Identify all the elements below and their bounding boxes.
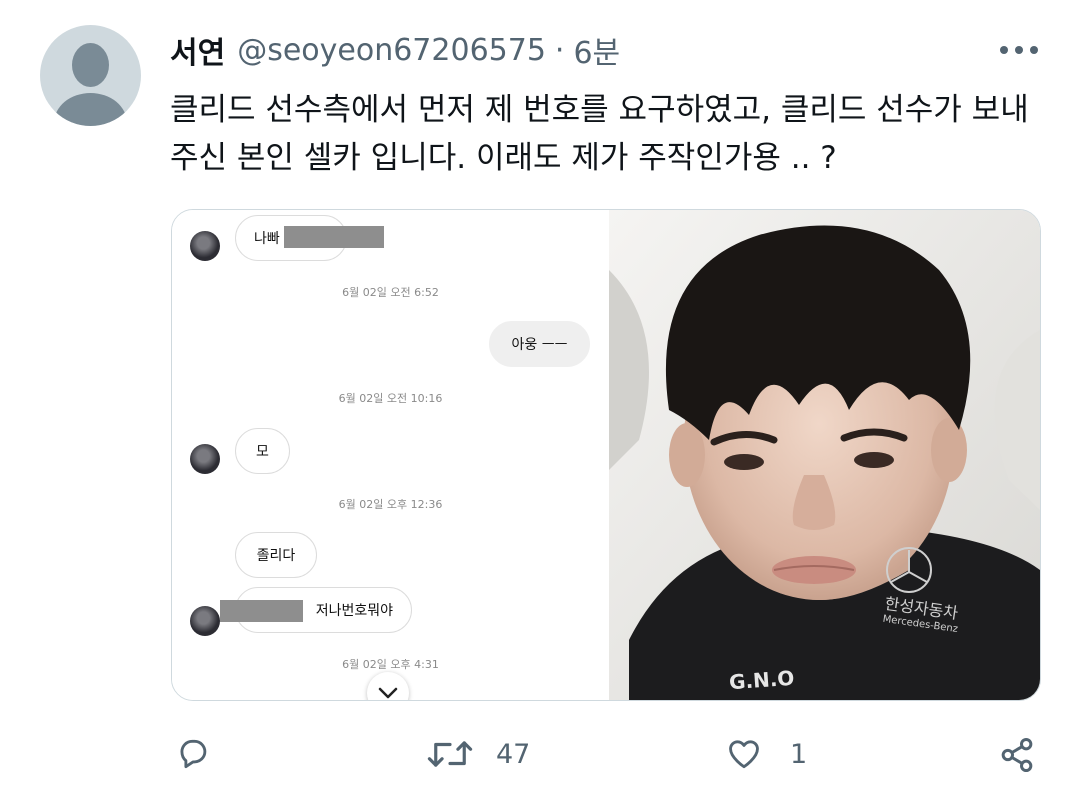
- chat-bubble-mine: 아웅 ㅡㅡ: [489, 321, 590, 367]
- selfie-illustration: [609, 210, 1040, 700]
- author-name[interactable]: 서연: [170, 28, 225, 72]
- like-count: 1: [790, 738, 808, 770]
- author-handle[interactable]: @seoyeon67206575: [237, 33, 546, 68]
- like-button[interactable]: 1: [724, 735, 807, 773]
- tweet-actions: 47 1: [0, 727, 1080, 781]
- chat-bubble: 모: [235, 428, 290, 474]
- tweet-header: 서연 @seoyeon67206575 · 6분: [170, 28, 620, 72]
- tweet-time[interactable]: 6분: [573, 28, 620, 72]
- tweet-text: 클리드 선수측에서 먼저 제 번호를 요구하였고, 클리드 선수가 보내주신 본…: [170, 92, 1029, 176]
- avatar-head-shape: [72, 43, 109, 87]
- shirt-print-text: G.N.O: [728, 665, 796, 695]
- chat-bubble: 나빠: [235, 215, 384, 261]
- chat-avatar: [190, 606, 220, 636]
- selfie-photo[interactable]: 한성자동차 Mercedes-Benz G.N.O: [609, 210, 1040, 700]
- tweet-media[interactable]: 나빠 6월 02일 오전 6:52 아웅 ㅡㅡ 6월 02일 오전 10:16 …: [171, 209, 1041, 701]
- chat-bubble-text: 나빠: [254, 231, 280, 247]
- chat-avatar: [190, 444, 220, 474]
- chat-bubble-text: 졸리다: [256, 548, 296, 564]
- chat-timestamp: 6월 02일 오전 10:16: [338, 392, 443, 405]
- reply-icon: [180, 739, 207, 769]
- share-icon: [1001, 738, 1033, 772]
- chat-bubble-text: 저나번호뭐야: [315, 603, 393, 619]
- more-dot: [1000, 46, 1008, 54]
- chat-avatar: [190, 231, 220, 261]
- more-dot: [1030, 46, 1038, 54]
- scroll-down-button[interactable]: [367, 672, 409, 700]
- chat-bubble-text: 아웅 ㅡㅡ: [511, 337, 568, 353]
- chat-timestamp: 6월 02일 오후 4:31: [342, 658, 439, 671]
- retweet-button[interactable]: 47: [426, 735, 530, 773]
- header-separator: ·: [554, 32, 565, 68]
- chat-timestamp: 6월 02일 오전 6:52: [342, 286, 439, 299]
- retweet-count: 47: [496, 738, 531, 770]
- chat-bubble: 졸리다: [235, 532, 317, 578]
- redaction-box: [220, 600, 303, 622]
- avatar-body-shape: [54, 93, 127, 126]
- chevron-down-icon: [378, 687, 398, 699]
- reply-button[interactable]: [174, 735, 212, 773]
- chat-timestamp: 6월 02일 오후 12:36: [338, 498, 443, 511]
- like-icon: [729, 740, 759, 769]
- more-options-icon[interactable]: [1000, 38, 1038, 62]
- share-button[interactable]: [997, 735, 1037, 775]
- chat-bubble-text: 모: [256, 444, 269, 460]
- more-dot: [1015, 46, 1023, 54]
- author-avatar[interactable]: [40, 25, 141, 126]
- retweet-icon: [427, 741, 473, 767]
- redaction-box: [284, 226, 384, 248]
- chat-screenshot-image[interactable]: 나빠 6월 02일 오전 6:52 아웅 ㅡㅡ 6월 02일 오전 10:16 …: [172, 210, 609, 700]
